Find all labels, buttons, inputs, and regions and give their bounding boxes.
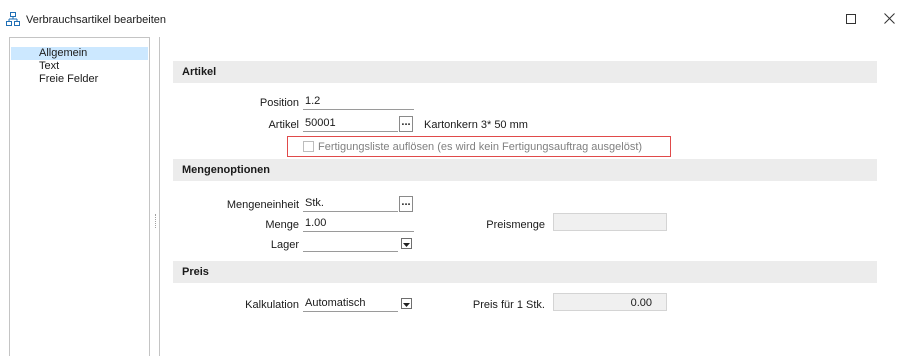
position-label: Position: [259, 97, 299, 109]
artikel-input[interactable]: 50001: [303, 114, 398, 132]
sidebar-item-freie-felder[interactable]: Freie Felder: [11, 73, 148, 86]
kalkulation-dropdown-button[interactable]: [401, 298, 412, 309]
menge-input[interactable]: 1.00: [303, 214, 414, 232]
sidebar-item-allgemein[interactable]: Allgemein: [11, 47, 148, 60]
artikel-description: Kartonkern 3* 50 mm: [424, 119, 528, 131]
preismenge-label: Preismenge: [486, 219, 545, 231]
fertigungsliste-checkbox[interactable]: [303, 141, 314, 152]
sidebar-nav: Allgemein Text Freie Felder: [9, 37, 150, 356]
mengeneinheit-input[interactable]: Stk.: [303, 194, 398, 212]
maximize-icon: [846, 13, 856, 27]
close-button[interactable]: [874, 8, 903, 32]
artikel-lookup-button[interactable]: ...: [399, 116, 413, 132]
lager-label: Lager: [270, 239, 299, 251]
lager-dropdown-button[interactable]: [401, 238, 412, 249]
title-bar: Verbrauchsartikel bearbeiten: [0, 0, 903, 36]
position-input[interactable]: 1.2: [303, 92, 414, 110]
maximize-button[interactable]: [836, 8, 866, 32]
mengeneinheit-label: Mengeneinheit: [226, 199, 299, 211]
window-title: Verbrauchsartikel bearbeiten: [26, 14, 167, 26]
fertigungsliste-checkbox-label[interactable]: Fertigungsliste auflösen (es wird kein F…: [318, 141, 642, 153]
preismenge-input[interactable]: [553, 213, 667, 231]
sidebar-item-text[interactable]: Text: [11, 60, 148, 73]
section-header-artikel: Artikel: [173, 61, 877, 83]
section-header-preis: Preis: [173, 261, 877, 283]
kalkulation-select[interactable]: Automatisch: [303, 294, 398, 312]
menge-label: Menge: [265, 219, 299, 231]
preis-label: Preis für 1 Stk.: [472, 299, 545, 311]
mengeneinheit-lookup-button[interactable]: ...: [399, 196, 413, 212]
lager-select[interactable]: [303, 234, 398, 252]
chevron-down-icon: [403, 238, 410, 250]
section-header-mengenoptionen: Mengenoptionen: [173, 159, 877, 181]
splitter-handle[interactable]: [155, 214, 157, 228]
chevron-down-icon: [403, 298, 410, 310]
artikel-label: Artikel: [268, 119, 299, 131]
org-chart-icon: [6, 12, 20, 26]
preis-input[interactable]: 0.00: [553, 293, 667, 311]
kalkulation-label: Kalkulation: [245, 299, 299, 311]
close-icon: [883, 13, 895, 27]
